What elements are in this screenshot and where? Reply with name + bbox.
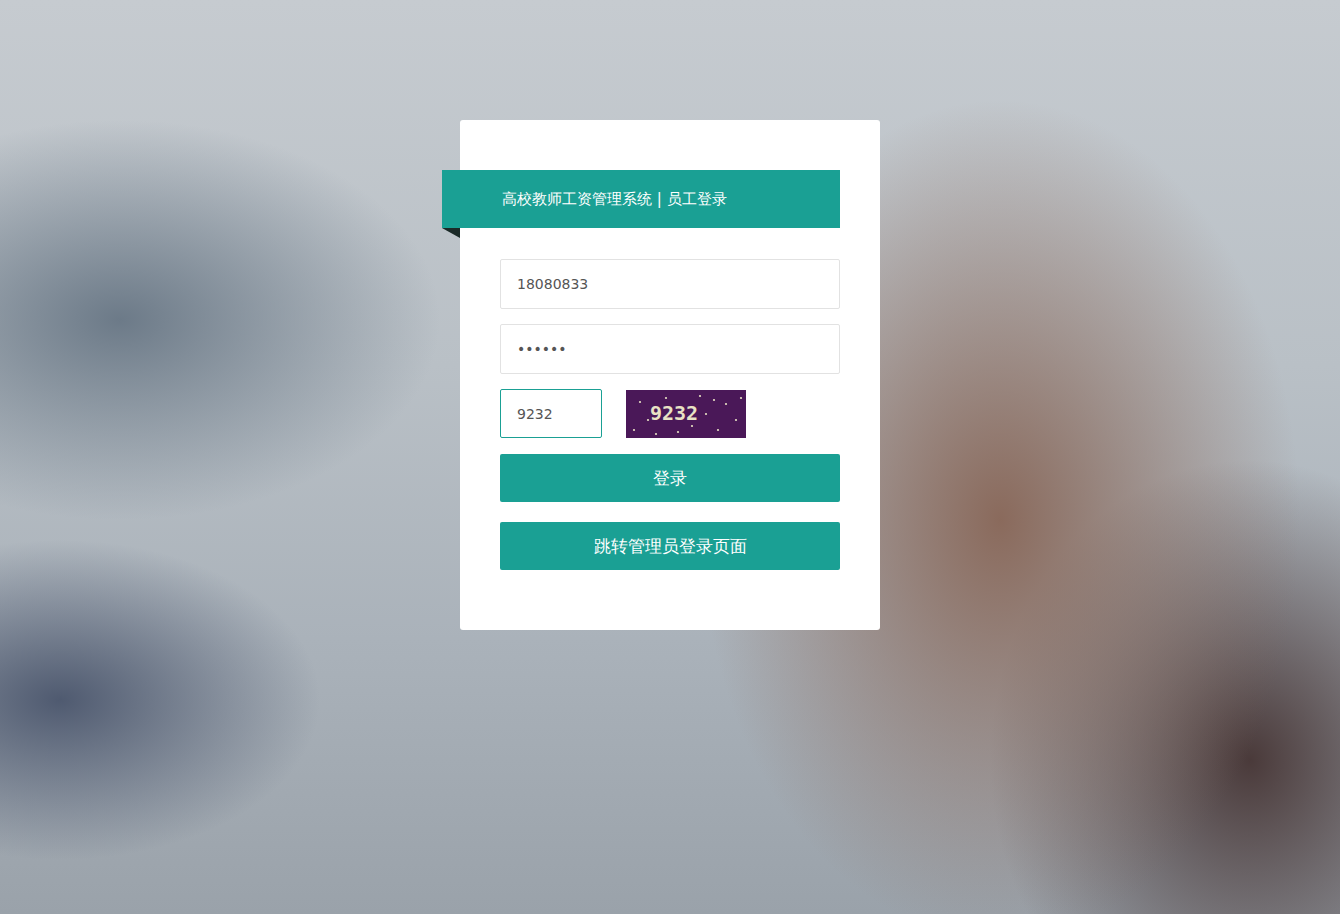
- password-input[interactable]: [500, 324, 840, 374]
- login-card: 高校教师工资管理系统 | 员工登录 9232 登录跳转管理员登录页面: [460, 120, 880, 630]
- login-page: 高校教师工资管理系统 | 员工登录 9232 登录跳转管理员登录页面: [0, 0, 1340, 914]
- ribbon-fold: [442, 228, 460, 238]
- admin-login-button[interactable]: 跳转管理员登录页面: [500, 522, 840, 570]
- username-input[interactable]: [500, 259, 840, 309]
- login-button[interactable]: 登录: [500, 454, 840, 502]
- captcha-image[interactable]: 9232: [626, 390, 746, 438]
- header-ribbon: 高校教师工资管理系统 | 员工登录: [442, 170, 840, 228]
- svg-text:9232: 9232: [650, 401, 698, 425]
- captcha-input[interactable]: [500, 389, 602, 438]
- captcha-row: 9232: [500, 389, 840, 438]
- header-title: 高校教师工资管理系统 | 员工登录: [502, 190, 727, 209]
- login-form: 9232 登录跳转管理员登录页面: [460, 259, 880, 570]
